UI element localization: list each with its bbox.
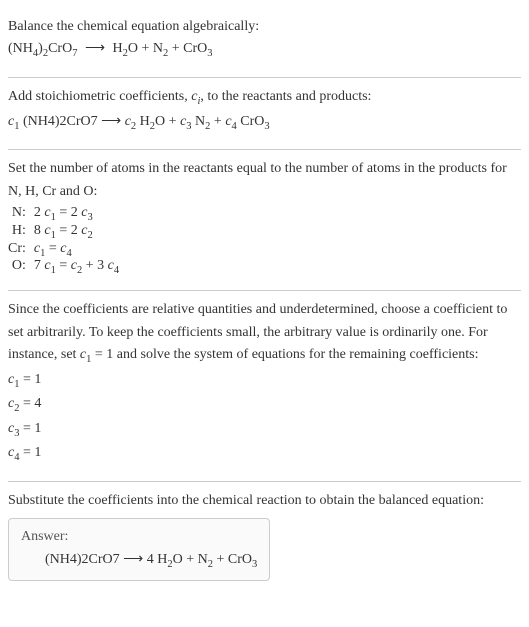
atom-label: H: bbox=[8, 223, 34, 241]
section-substitute: Substitute the coefficients into the che… bbox=[8, 482, 521, 595]
table-row: N: 2 c1 = 2 c3 bbox=[8, 205, 119, 223]
section-add-coefficients: Add stoichiometric coefficients, ci, to … bbox=[8, 78, 521, 150]
answer-label: Answer: bbox=[21, 529, 257, 545]
solve-c1: c1 = 1 bbox=[8, 369, 521, 394]
solve-c3: c3 = 1 bbox=[8, 418, 521, 443]
atom-eq-title: Set the number of atoms in the reactants… bbox=[8, 158, 521, 203]
substitute-title: Substitute the coefficients into the che… bbox=[8, 490, 521, 512]
atom-label: O: bbox=[8, 258, 34, 276]
section-solve: Since the coefficients are relative quan… bbox=[8, 291, 521, 482]
balance-equation: (NH4)2CrO7 ⟶ H2O + N2 + CrO3 bbox=[8, 38, 521, 63]
table-row: H: 8 c1 = 2 c2 bbox=[8, 223, 119, 241]
atom-label: Cr: bbox=[8, 241, 34, 259]
balance-title: Balance the chemical equation algebraica… bbox=[8, 16, 521, 38]
atom-equation: 7 c1 = c2 + 3 c4 bbox=[34, 258, 119, 276]
answer-box: Answer: (NH4)2CrO7 ⟶ 4 H2O + N2 + CrO3 bbox=[8, 518, 270, 581]
section-atom-equations: Set the number of atoms in the reactants… bbox=[8, 150, 521, 291]
answer-equation: (NH4)2CrO7 ⟶ 4 H2O + N2 + CrO3 bbox=[21, 551, 257, 570]
atom-equation: 8 c1 = 2 c2 bbox=[34, 223, 119, 241]
solve-title: Since the coefficients are relative quan… bbox=[8, 299, 521, 368]
table-row: Cr: c1 = c4 bbox=[8, 241, 119, 259]
atom-equation: c1 = c4 bbox=[34, 241, 119, 259]
atom-label: N: bbox=[8, 205, 34, 223]
atom-equation: 2 c1 = 2 c3 bbox=[34, 205, 119, 223]
section-balance-prompt: Balance the chemical equation algebraica… bbox=[8, 8, 521, 78]
coeff-title: Add stoichiometric coefficients, ci, to … bbox=[8, 86, 521, 111]
solve-c4: c4 = 1 bbox=[8, 442, 521, 467]
solve-c2: c2 = 4 bbox=[8, 393, 521, 418]
table-row: O: 7 c1 = c2 + 3 c4 bbox=[8, 258, 119, 276]
atom-eq-table: N: 2 c1 = 2 c3 H: 8 c1 = 2 c2 Cr: c1 = c… bbox=[8, 205, 119, 276]
coeff-equation: c1 (NH4)2CrO7 ⟶ c2 H2O + c3 N2 + c4 CrO3 bbox=[8, 111, 521, 136]
